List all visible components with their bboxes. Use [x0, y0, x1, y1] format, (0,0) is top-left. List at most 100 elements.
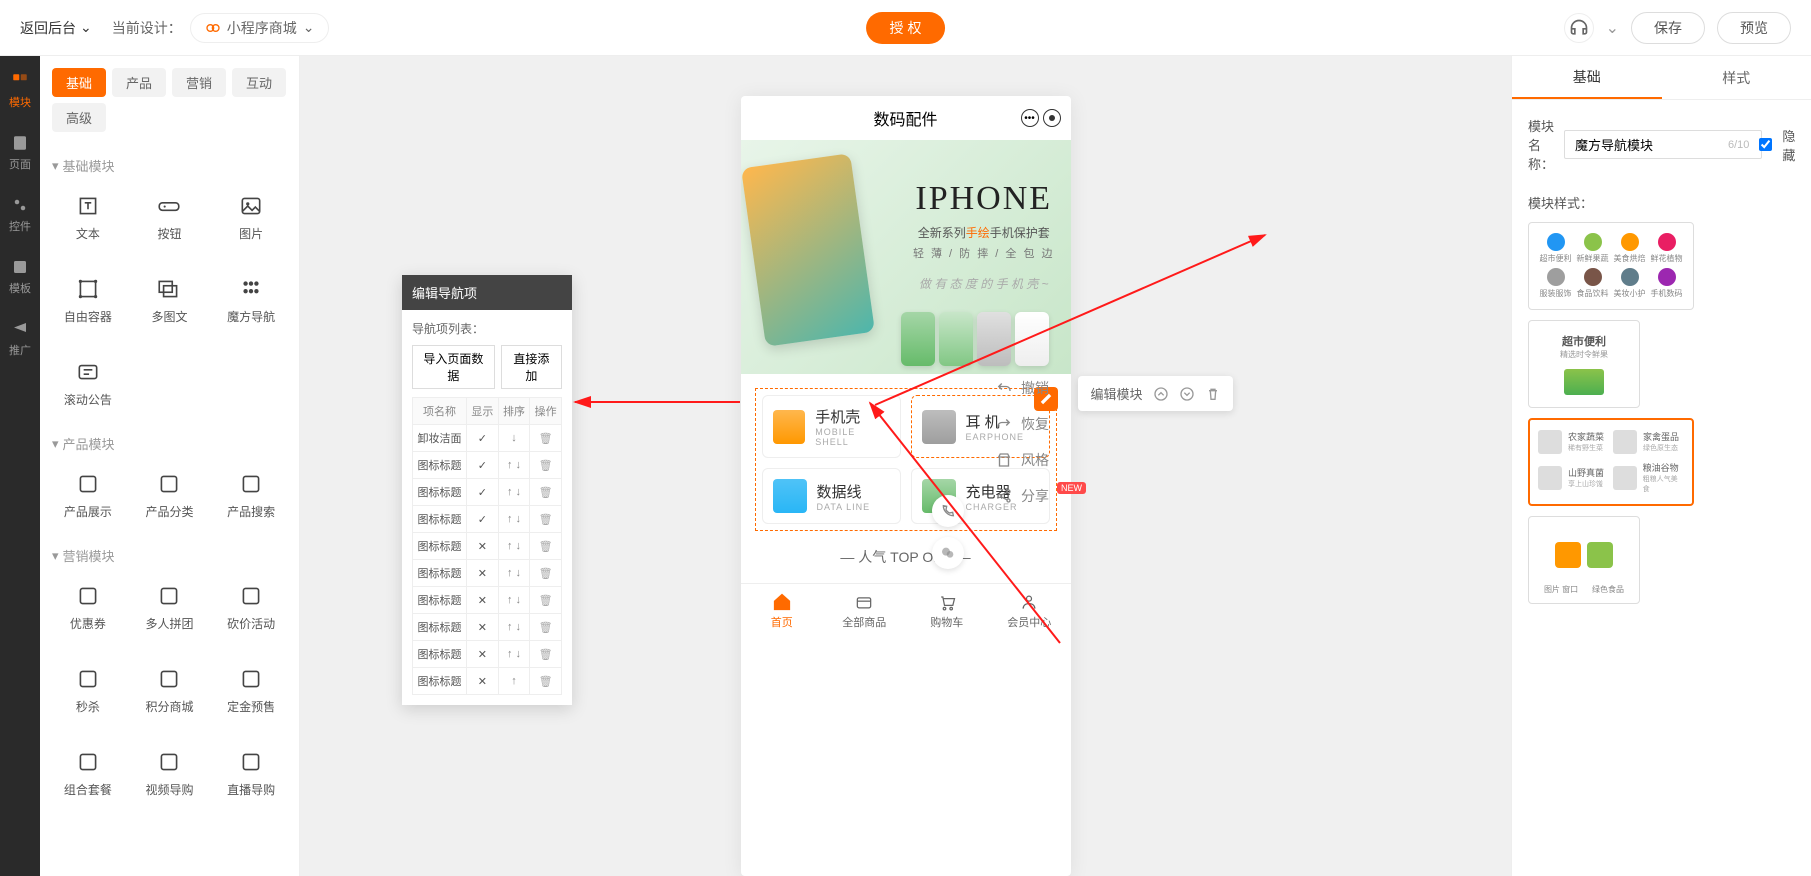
nav-item[interactable]: 手机壳MOBILE SHELL	[762, 395, 901, 458]
save-button[interactable]: 保存	[1631, 12, 1705, 44]
module-item[interactable]: 直播导购	[215, 737, 287, 810]
support-icon[interactable]	[1564, 13, 1594, 43]
module-item[interactable]: 积分商城	[134, 654, 206, 727]
delete-row[interactable]: 🗑	[539, 568, 553, 580]
style-option-3[interactable]: 农家蔬菜稀有野生菜家禽蛋品绿色原生态山野真菌享上山珍馐粮油谷物粗粮人气美食	[1528, 418, 1694, 506]
show-toggle[interactable]: ✕	[467, 641, 499, 668]
module-item[interactable]: 图片	[215, 181, 287, 254]
module-item[interactable]: 产品展示	[52, 459, 124, 532]
delete-row[interactable]: 🗑	[539, 460, 553, 472]
delete-row[interactable]: 🗑	[539, 649, 553, 661]
show-toggle[interactable]: ✕	[467, 614, 499, 641]
move-down[interactable]: ↓	[516, 513, 522, 525]
segment-button[interactable]: 高级	[52, 103, 106, 132]
move-down[interactable]: ↓	[511, 432, 517, 444]
delete-row[interactable]: 🗑	[539, 595, 553, 607]
tab-item[interactable]: 首页	[741, 584, 824, 637]
module-item[interactable]: 定金预售	[215, 654, 287, 727]
import-button[interactable]: 导入页面数据	[412, 345, 495, 389]
move-up[interactable]: ↑	[507, 459, 513, 471]
move-up[interactable]: ↑	[507, 567, 513, 579]
wechat-fab[interactable]	[932, 537, 964, 569]
move-down-icon[interactable]	[1179, 386, 1195, 402]
module-item[interactable]: 滚动公告	[52, 347, 124, 420]
rail-item[interactable]: 模块	[9, 72, 31, 110]
move-down[interactable]: ↓	[516, 567, 522, 579]
show-toggle[interactable]: ✓	[467, 479, 499, 506]
module-item[interactable]: 砍价活动	[215, 571, 287, 644]
design-selector[interactable]: 小程序商城 ⌄	[190, 13, 330, 43]
module-item[interactable]: 自由容器	[52, 264, 124, 337]
move-down[interactable]: ↓	[516, 621, 522, 633]
delete-icon[interactable]	[1205, 386, 1221, 402]
module-item[interactable]: 优惠券	[52, 571, 124, 644]
move-down[interactable]: ↓	[516, 648, 522, 660]
move-up[interactable]: ↑	[507, 621, 513, 633]
move-down[interactable]: ↓	[516, 540, 522, 552]
segment-button[interactable]: 产品	[112, 68, 166, 97]
delete-row[interactable]: 🗑	[539, 622, 553, 634]
tab-item[interactable]: 购物车	[906, 584, 989, 637]
move-up[interactable]: ↑	[507, 594, 513, 606]
rail-item[interactable]: 页面	[9, 134, 31, 172]
canvas-tool[interactable]: 风格	[995, 450, 1086, 470]
canvas-tool[interactable]: 撤销	[995, 378, 1086, 398]
hide-checkbox[interactable]	[1759, 138, 1772, 151]
module-item[interactable]: 产品搜索	[215, 459, 287, 532]
property-tab[interactable]: 基础	[1512, 56, 1662, 99]
target-icon[interactable]	[1043, 109, 1061, 127]
move-down[interactable]: ↓	[516, 594, 522, 606]
menu-icon[interactable]: •••	[1021, 109, 1039, 127]
auth-button[interactable]: 授 权	[866, 12, 946, 44]
delete-row[interactable]: 🗑	[539, 433, 553, 445]
module-item[interactable]: 组合套餐	[52, 737, 124, 810]
move-down[interactable]: ↓	[516, 459, 522, 471]
move-up[interactable]: ↑	[507, 540, 513, 552]
phone-fab[interactable]	[932, 495, 964, 527]
segment-button[interactable]: 基础	[52, 68, 106, 97]
add-button[interactable]: 直接添加	[501, 345, 562, 389]
property-tab[interactable]: 样式	[1662, 56, 1811, 99]
nav-item[interactable]: 数据线DATA LINE	[762, 468, 901, 524]
show-toggle[interactable]: ✕	[467, 668, 499, 695]
module-item[interactable]: 魔方导航	[215, 264, 287, 337]
delete-row[interactable]: 🗑	[539, 676, 553, 688]
edit-module-label[interactable]: 编辑模块	[1090, 384, 1142, 403]
show-toggle[interactable]: ✓	[467, 425, 499, 452]
module-item[interactable]: 产品分类	[134, 459, 206, 532]
module-item[interactable]: 秒杀	[52, 654, 124, 727]
rail-item[interactable]: 控件	[9, 196, 31, 234]
rail-item[interactable]: 推广	[9, 320, 31, 358]
move-up[interactable]: ↑	[507, 486, 513, 498]
delete-row[interactable]: 🗑	[539, 487, 553, 499]
show-toggle[interactable]: ✕	[467, 587, 499, 614]
module-item[interactable]: 多人拼团	[134, 571, 206, 644]
hero-banner[interactable]: IPHONE 全新系列手绘手机保护套 轻 薄 / 防 摔 / 全 包 边 做 有…	[741, 140, 1071, 374]
style-option-4[interactable]: 图片 窗口 绿色食品	[1528, 516, 1640, 604]
move-up[interactable]: ↑	[507, 513, 513, 525]
preview-button[interactable]: 预览	[1717, 12, 1791, 44]
move-up[interactable]: ↑	[511, 675, 517, 687]
module-item[interactable]: 按钮	[134, 181, 206, 254]
tab-item[interactable]: 全部商品	[823, 584, 906, 637]
module-item[interactable]: 文本	[52, 181, 124, 254]
show-toggle[interactable]: ✕	[467, 533, 499, 560]
delete-row[interactable]: 🗑	[539, 541, 553, 553]
show-toggle[interactable]: ✕	[467, 560, 499, 587]
style-option-2[interactable]: 超市便利精选时令鲜果	[1528, 320, 1640, 408]
canvas-tool[interactable]: 恢复	[995, 414, 1086, 434]
move-down[interactable]: ↓	[516, 486, 522, 498]
module-item[interactable]: 视频导购	[134, 737, 206, 810]
canvas-tool[interactable]: 分享NEW	[995, 486, 1086, 506]
segment-button[interactable]: 营销	[172, 68, 226, 97]
show-toggle[interactable]: ✓	[467, 452, 499, 479]
style-option-1[interactable]: 超市便利新鲜果蔬美食烘焙鲜花植物 服装服饰食品饮料美妆小护手机数码	[1528, 222, 1694, 310]
move-up-icon[interactable]	[1153, 386, 1169, 402]
delete-row[interactable]: 🗑	[539, 514, 553, 526]
segment-button[interactable]: 互动	[232, 68, 286, 97]
move-up[interactable]: ↑	[507, 648, 513, 660]
module-item[interactable]: 多图文	[134, 264, 206, 337]
back-button[interactable]: 返回后台 ⌄	[20, 18, 92, 38]
tab-item[interactable]: 会员中心	[988, 584, 1071, 637]
rail-item[interactable]: 模板	[9, 258, 31, 296]
